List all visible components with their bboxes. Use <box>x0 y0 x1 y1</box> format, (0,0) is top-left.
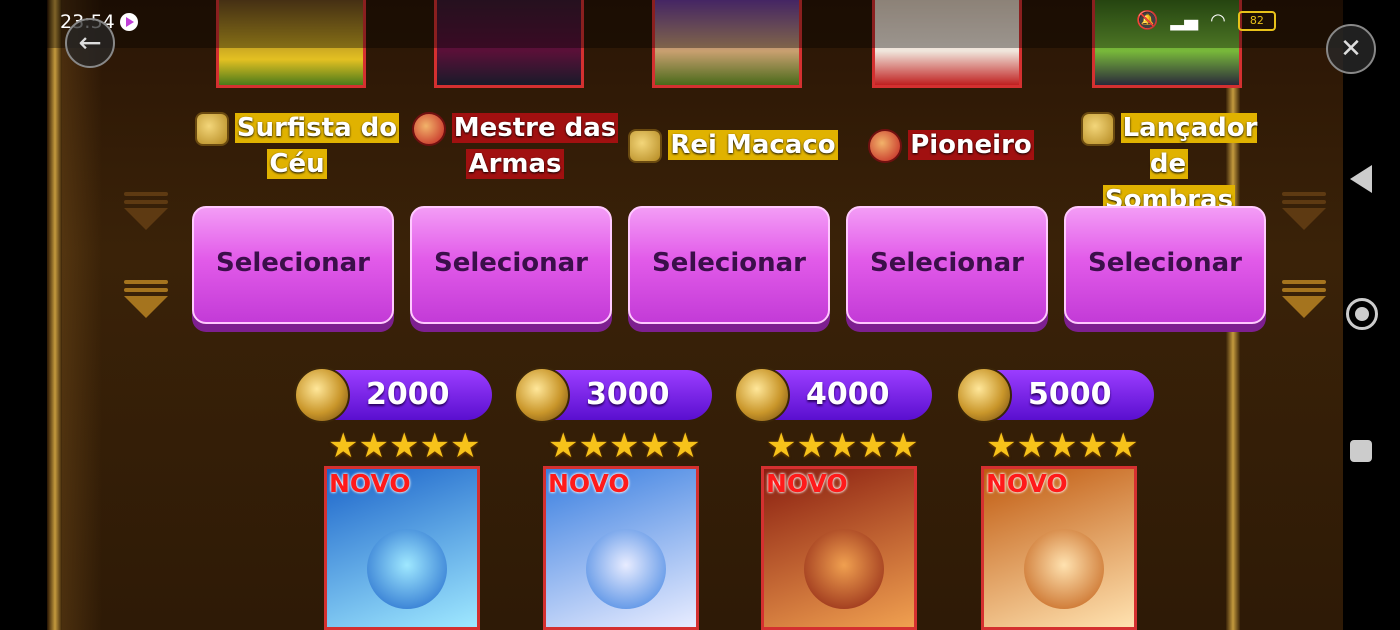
scroll-arrow-decoration <box>1282 276 1326 318</box>
star-icon: ★ <box>1077 426 1108 466</box>
nav-home-icon[interactable] <box>1346 298 1378 330</box>
hero-face <box>804 529 884 609</box>
hero-card-portrait[interactable]: NOVO <box>981 466 1137 630</box>
hero-card-portrait[interactable]: NOVO <box>324 466 480 630</box>
star-icon: ★ <box>766 426 797 466</box>
hero-name-4: Lançador de Sombras <box>1064 110 1274 218</box>
star-icon: ★ <box>1016 426 1047 466</box>
status-bar: 23:54 🔕 ▂▄ ◠ 82 <box>0 0 1400 48</box>
star-icon: ★ <box>328 426 359 466</box>
price-tag[interactable]: 5000 <box>956 367 1154 423</box>
star-rating: ★ ★ ★ ★ ★ <box>766 426 919 466</box>
hero-face <box>1024 529 1104 609</box>
left-gold-rail <box>48 0 62 630</box>
star-icon: ★ <box>826 426 858 466</box>
play-store-icon <box>120 13 138 31</box>
star-icon: ★ <box>1107 426 1139 466</box>
star-rating: ★ ★ ★ ★ ★ <box>986 426 1139 466</box>
star-icon: ★ <box>986 426 1017 466</box>
signal-icon: ▂▄ <box>1170 10 1199 31</box>
price-value: 4000 <box>806 377 890 412</box>
nav-recents-icon[interactable] <box>1350 440 1372 462</box>
new-badge: NOVO <box>548 469 630 498</box>
star-rating: ★ ★ ★ ★ ★ <box>328 426 481 466</box>
star-icon: ★ <box>578 426 609 466</box>
select-button-surfista[interactable]: Selecionar <box>192 206 394 324</box>
star-icon: ★ <box>449 426 481 466</box>
price-value: 3000 <box>586 377 670 412</box>
gold-coin-icon <box>956 367 1012 423</box>
gold-coin-icon <box>628 128 663 163</box>
star-icon: ★ <box>887 426 919 466</box>
wifi-icon: ◠ <box>1210 10 1226 31</box>
gold-coin-icon <box>294 367 350 423</box>
star-icon: ★ <box>857 426 888 466</box>
system-icons: 🔕 ▂▄ ◠ 82 <box>1136 10 1276 31</box>
price-value: 5000 <box>1028 377 1112 412</box>
hero-name-2: Rei Macaco <box>628 127 838 163</box>
gold-coin-icon <box>734 367 790 423</box>
hero-card-portrait[interactable]: NOVO <box>543 466 699 630</box>
scroll-arrow-decoration <box>124 188 168 230</box>
hero-card-portrait[interactable]: NOVO <box>761 466 917 630</box>
nav-back-icon[interactable] <box>1350 165 1372 193</box>
hero-face <box>586 529 666 609</box>
star-icon: ★ <box>548 426 579 466</box>
battery-icon: 82 <box>1237 10 1276 31</box>
left-rail-glow <box>62 0 102 630</box>
select-button-lancador[interactable]: Selecionar <box>1064 206 1266 324</box>
price-tag[interactable]: 2000 <box>294 367 492 423</box>
price-tag[interactable]: 4000 <box>734 367 932 423</box>
price-value: 2000 <box>366 377 450 412</box>
gold-coin-icon <box>1080 111 1115 146</box>
select-button-pioneiro[interactable]: Selecionar <box>846 206 1048 324</box>
select-button-mestre[interactable]: Selecionar <box>410 206 612 324</box>
new-badge: NOVO <box>986 469 1068 498</box>
star-icon: ★ <box>639 426 670 466</box>
hero-name-1: Mestre das Armas <box>410 110 620 182</box>
star-icon: ★ <box>419 426 450 466</box>
new-badge: NOVO <box>766 469 848 498</box>
gold-coin-icon <box>194 111 229 146</box>
star-icon: ★ <box>1046 426 1078 466</box>
star-icon: ★ <box>608 426 640 466</box>
mute-bell-icon: 🔕 <box>1136 10 1159 31</box>
select-button-rei-macaco[interactable]: Selecionar <box>628 206 830 324</box>
close-button[interactable]: ✕ <box>1326 24 1376 74</box>
scroll-arrow-decoration <box>124 276 168 318</box>
star-icon: ★ <box>358 426 389 466</box>
star-icon: ★ <box>669 426 701 466</box>
scroll-arrow-decoration <box>1282 188 1326 230</box>
back-button[interactable]: ← <box>65 18 115 68</box>
star-icon: ★ <box>796 426 827 466</box>
gold-coin-icon <box>514 367 570 423</box>
new-badge: NOVO <box>329 469 411 498</box>
star-icon: ★ <box>388 426 420 466</box>
hero-name-0: Surfista do Céu <box>192 110 402 182</box>
star-rating: ★ ★ ★ ★ ★ <box>548 426 701 466</box>
price-tag[interactable]: 3000 <box>514 367 712 423</box>
red-shield-icon <box>411 111 446 146</box>
hero-name-3: Pioneiro <box>846 127 1056 163</box>
hero-face <box>367 529 447 609</box>
red-shield-icon <box>868 128 903 163</box>
